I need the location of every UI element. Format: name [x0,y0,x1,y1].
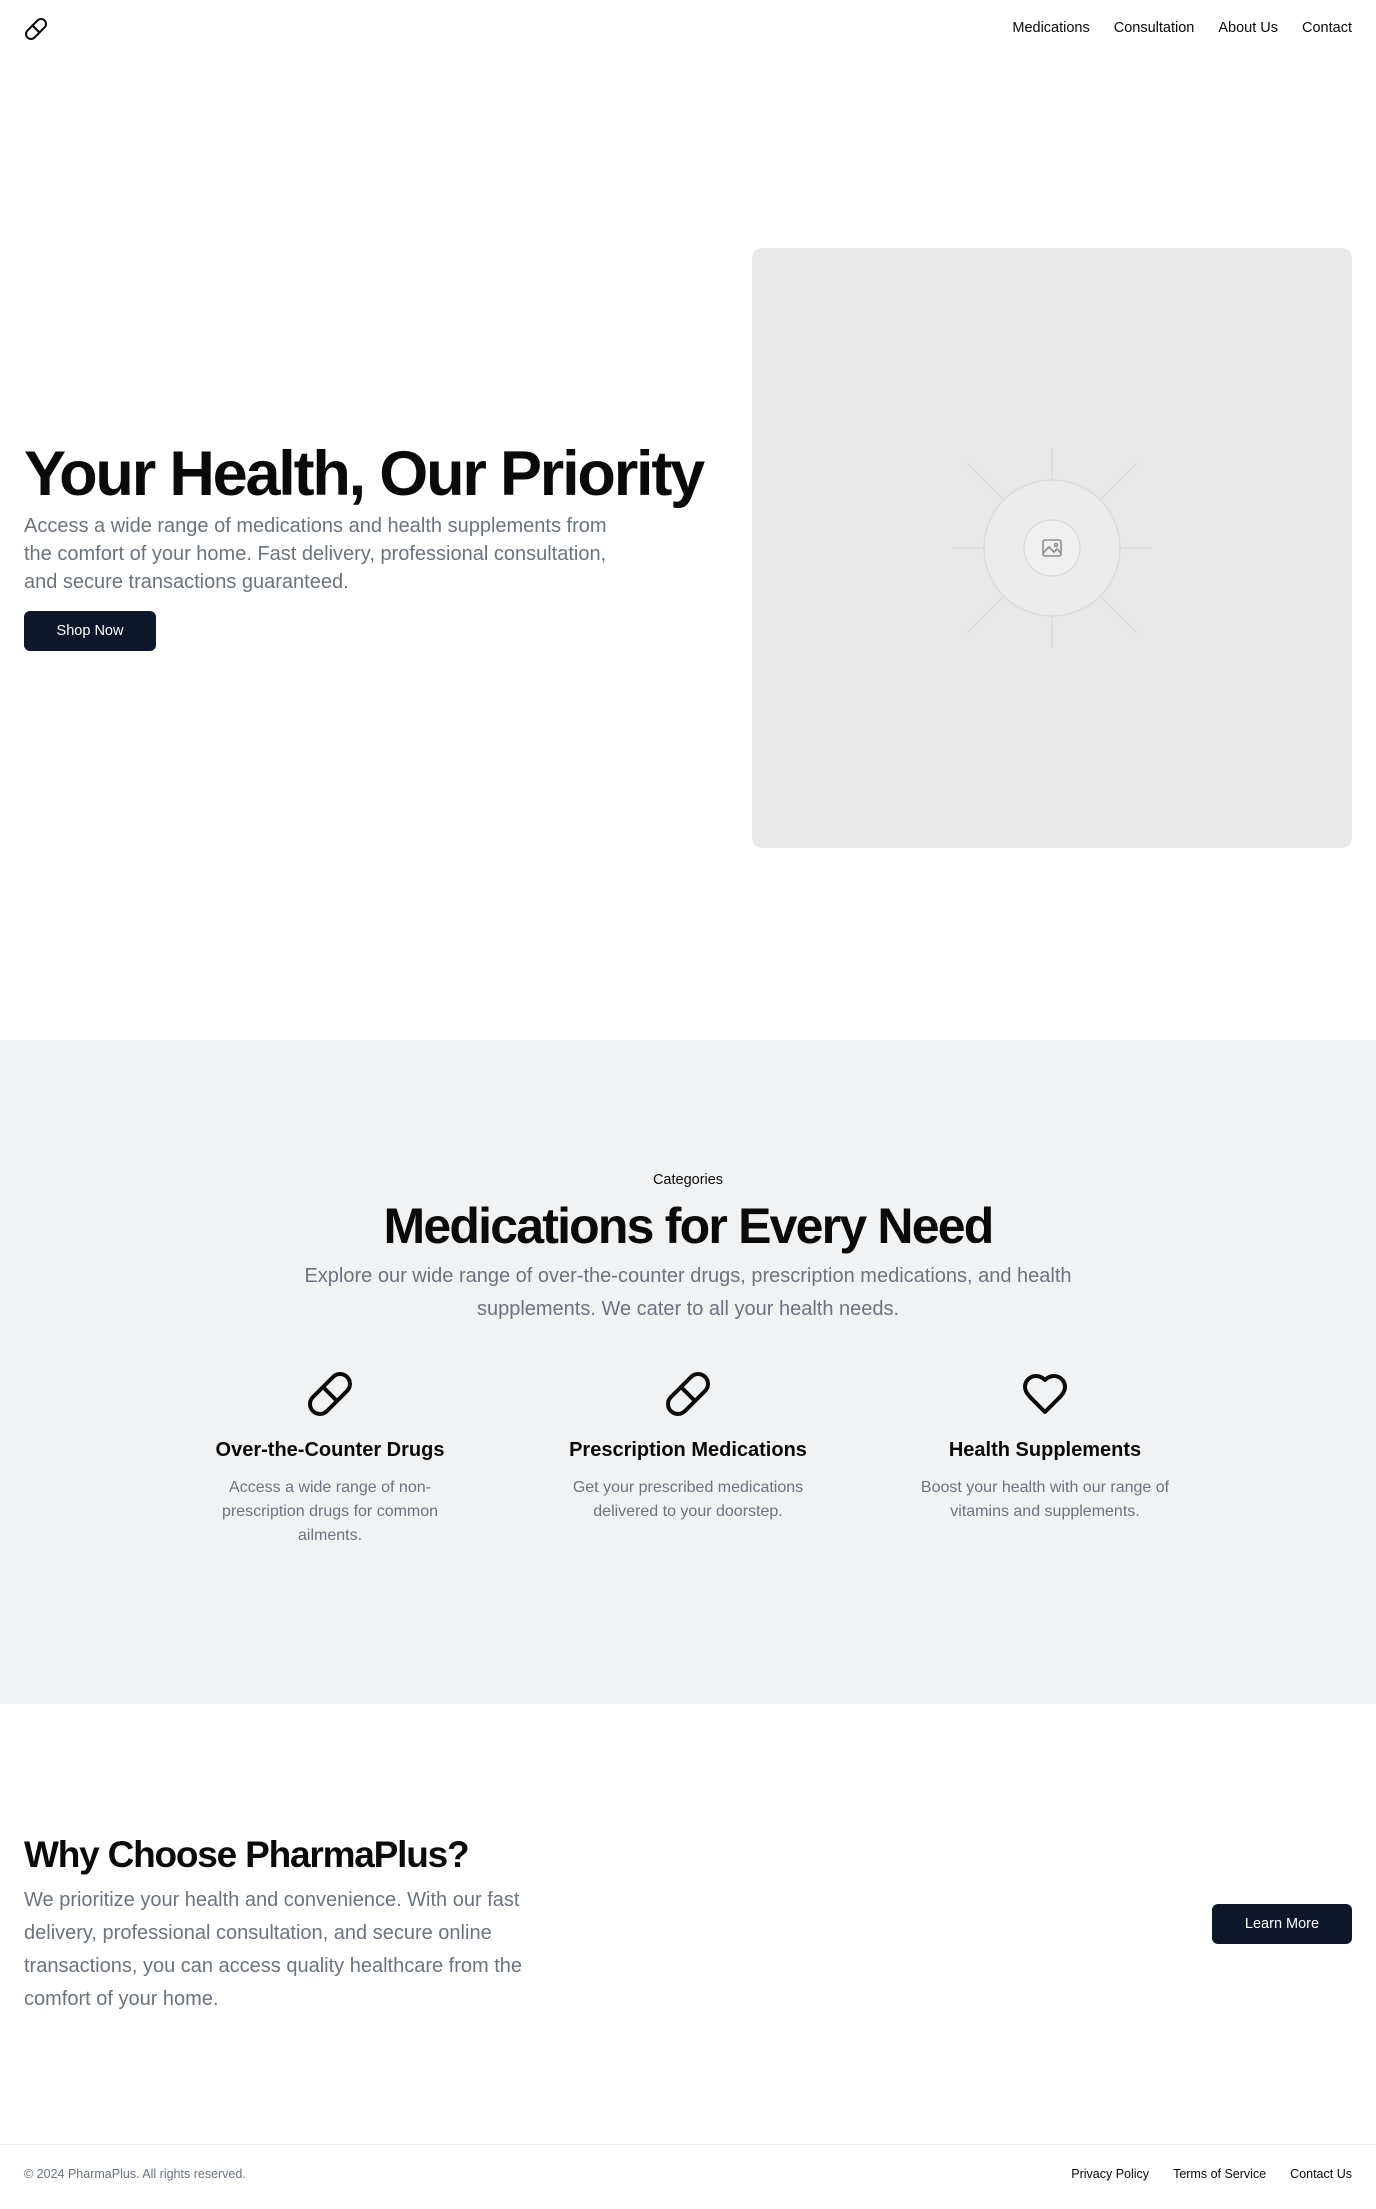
feature-title: Over-the-Counter Drugs [215,1439,445,1461]
section-label: Categories [652,1172,724,1188]
nav-link-about-us[interactable]: About Us [1218,18,1278,38]
pill-icon[interactable] [24,17,48,41]
feature-text: Boost your health with our range of vita… [920,1479,1170,1520]
categories-section: Categories Medications for Every Need Ex… [0,1040,1376,1704]
footer-link-privacy-policy[interactable]: Privacy Policy [1071,2167,1149,2181]
why-description: We prioritize your health and convenienc… [24,1889,523,2010]
nav-link-contact[interactable]: Contact [1302,18,1352,38]
section-description: Explore our wide range of over-the-count… [304,1265,1072,1320]
site-footer: © 2024 PharmaPlus. All rights reserved. … [0,2144,1376,2209]
feature-card: Health Supplements Boost your health wit… [875,1370,1215,1524]
pill-icon [308,1372,352,1416]
feature-title: Health Supplements [948,1439,1142,1461]
feature-text: Get your prescribed medications delivere… [572,1479,804,1520]
feature-card: Over-the-Counter Drugs Access a wide ran… [160,1370,500,1548]
image-placeholder-icon [952,448,1152,648]
footer-link-contact-us[interactable]: Contact Us [1290,2167,1352,2181]
nav-link-consultation[interactable]: Consultation [1114,18,1195,38]
main-nav: Medications Consultation About Us Contac… [1012,18,1352,38]
shop-now-button[interactable]: Shop Now [24,611,156,651]
footer-link-terms-of-service[interactable]: Terms of Service [1173,2167,1266,2181]
hero-image-placeholder [752,248,1352,848]
section-title: Medications for Every Need [383,1198,995,1254]
heart-icon [1023,1374,1067,1414]
feature-card: Prescription Medications Get your prescr… [518,1370,858,1524]
learn-more-button[interactable]: Learn More [1212,1904,1352,1944]
footer-links: Privacy Policy Terms of Service Contact … [1071,2167,1352,2181]
hero-title: Your Health, Our Priority [24,439,705,509]
why-title: Why Choose PharmaPlus? [24,1834,470,1875]
hero-description: Access a wide range of medications and h… [24,515,607,593]
feature-title: Prescription Medications [569,1439,807,1461]
copyright-text: © 2024 PharmaPlus. All rights reserved. [24,2167,246,2181]
pill-icon [666,1372,710,1416]
site-header: Medications Consultation About Us Contac… [0,0,1376,56]
feature-text: Access a wide range of non-prescription … [221,1479,439,1544]
nav-link-medications[interactable]: Medications [1012,18,1089,38]
